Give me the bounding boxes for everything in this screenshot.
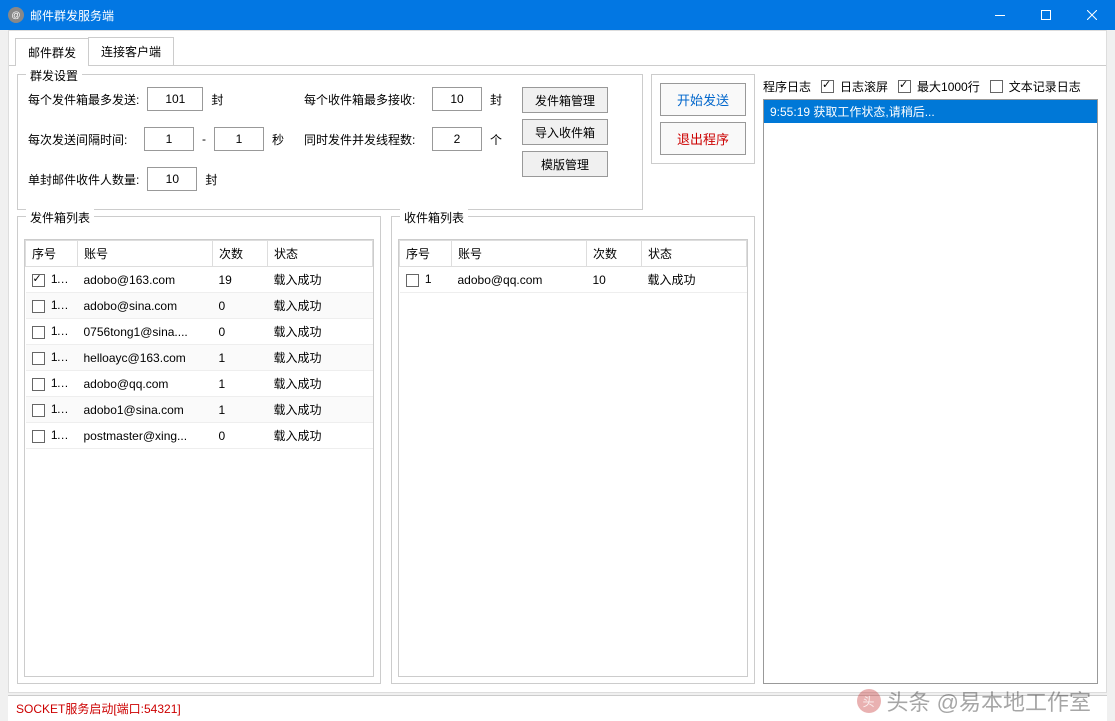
log-title: 程序日志: [763, 78, 811, 95]
tab-bar: 邮件群发 连接客户端: [9, 37, 1106, 66]
max-send-label: 每个发件箱最多发送:: [28, 91, 139, 108]
recipient-table[interactable]: 序号 账号 次数 状态 1adobo@qq.com10载入成功: [399, 240, 747, 293]
table-row[interactable]: 11...adobo@163.com19载入成功: [26, 267, 373, 293]
minimize-button[interactable]: [977, 0, 1023, 30]
recipients-unit: 封: [205, 171, 217, 188]
interval-to-input[interactable]: [214, 127, 264, 151]
max-send-unit: 封: [211, 91, 223, 108]
recipients-per-mail-label: 单封邮件收件人数量:: [28, 171, 139, 188]
log-scroll-checkbox[interactable]: 日志滚屏: [821, 78, 888, 95]
title-bar: @ 邮件群发服务端: [0, 0, 1115, 30]
sender-col-status[interactable]: 状态: [268, 241, 373, 267]
row-checkbox[interactable]: [32, 300, 45, 313]
window-title: 邮件群发服务端: [30, 7, 114, 24]
sender-table-legend: 发件箱列表: [26, 209, 94, 226]
max-send-input[interactable]: [147, 87, 203, 111]
interval-unit: 秒: [272, 131, 284, 148]
log-listbox[interactable]: 9:55:19 获取工作状态,请稍后...: [763, 99, 1098, 684]
sender-table-group: 发件箱列表 序号 账号 次数 状态 11...adobo@163.com19载入…: [17, 216, 381, 684]
row-checkbox[interactable]: [32, 404, 45, 417]
row-checkbox[interactable]: [32, 326, 45, 339]
recipient-table-group: 收件箱列表 序号 账号 次数 状态 1adobo@qq.com10载入成功: [391, 216, 755, 684]
concurrent-label: 同时发件并发线程数:: [304, 131, 424, 148]
concurrent-unit: 个: [490, 131, 502, 148]
max-recv-unit: 封: [490, 91, 502, 108]
interval-sep: -: [202, 132, 206, 146]
sender-table[interactable]: 序号 账号 次数 状态 11...adobo@163.com19载入成功 11.…: [25, 240, 373, 449]
log-textlog-checkbox[interactable]: 文本记录日志: [990, 78, 1081, 95]
table-row[interactable]: 11...helloayc@163.com1载入成功: [26, 345, 373, 371]
status-bar: SOCKET服务启动[端口:54321]: [8, 695, 1107, 721]
tab-connect-client[interactable]: 连接客户端: [88, 37, 174, 65]
table-row[interactable]: 11...adobo@sina.com0载入成功: [26, 293, 373, 319]
start-send-button[interactable]: 开始发送: [660, 83, 746, 116]
recipient-col-count[interactable]: 次数: [587, 241, 642, 267]
settings-group: 群发设置 每个发件箱最多发送: 封 每次发送间隔时间: -: [17, 74, 643, 210]
action-panel: 开始发送 退出程序: [651, 74, 755, 164]
sender-col-count[interactable]: 次数: [213, 241, 268, 267]
row-checkbox[interactable]: [32, 352, 45, 365]
log-max1000-checkbox[interactable]: 最大1000行: [898, 78, 980, 95]
settings-legend: 群发设置: [26, 67, 82, 84]
import-recipient-button[interactable]: 导入收件箱: [522, 119, 608, 145]
app-icon: @: [8, 7, 24, 23]
table-row[interactable]: 11...postmaster@xing...0载入成功: [26, 423, 373, 449]
row-checkbox[interactable]: [406, 274, 419, 287]
table-row[interactable]: 11...adobo@qq.com1载入成功: [26, 371, 373, 397]
concurrent-input[interactable]: [432, 127, 482, 151]
row-checkbox[interactable]: [32, 378, 45, 391]
log-entry[interactable]: 9:55:19 获取工作状态,请稍后...: [764, 100, 1097, 123]
template-mgmt-button[interactable]: 模版管理: [522, 151, 608, 177]
close-button[interactable]: [1069, 0, 1115, 30]
table-row[interactable]: 11...0756tong1@sina....0载入成功: [26, 319, 373, 345]
sender-mgmt-button[interactable]: 发件箱管理: [522, 87, 608, 113]
interval-label: 每次发送间隔时间:: [28, 131, 136, 148]
recipient-col-account[interactable]: 账号: [452, 241, 587, 267]
tab-mass-mail[interactable]: 邮件群发: [15, 38, 89, 66]
maximize-button[interactable]: [1023, 0, 1069, 30]
row-checkbox[interactable]: [32, 430, 45, 443]
recipients-per-mail-input[interactable]: [147, 167, 197, 191]
exit-program-button[interactable]: 退出程序: [660, 122, 746, 155]
row-checkbox[interactable]: [32, 274, 45, 287]
max-recv-label: 每个收件箱最多接收:: [304, 91, 424, 108]
recipient-col-seq[interactable]: 序号: [400, 241, 452, 267]
sender-col-account[interactable]: 账号: [78, 241, 213, 267]
max-recv-input[interactable]: [432, 87, 482, 111]
interval-from-input[interactable]: [144, 127, 194, 151]
recipient-table-legend: 收件箱列表: [400, 209, 468, 226]
sender-col-seq[interactable]: 序号: [26, 241, 78, 267]
window-controls: [977, 0, 1115, 30]
table-row[interactable]: 1adobo@qq.com10载入成功: [400, 267, 747, 293]
recipient-col-status[interactable]: 状态: [642, 241, 747, 267]
table-row[interactable]: 11...adobo1@sina.com1载入成功: [26, 397, 373, 423]
